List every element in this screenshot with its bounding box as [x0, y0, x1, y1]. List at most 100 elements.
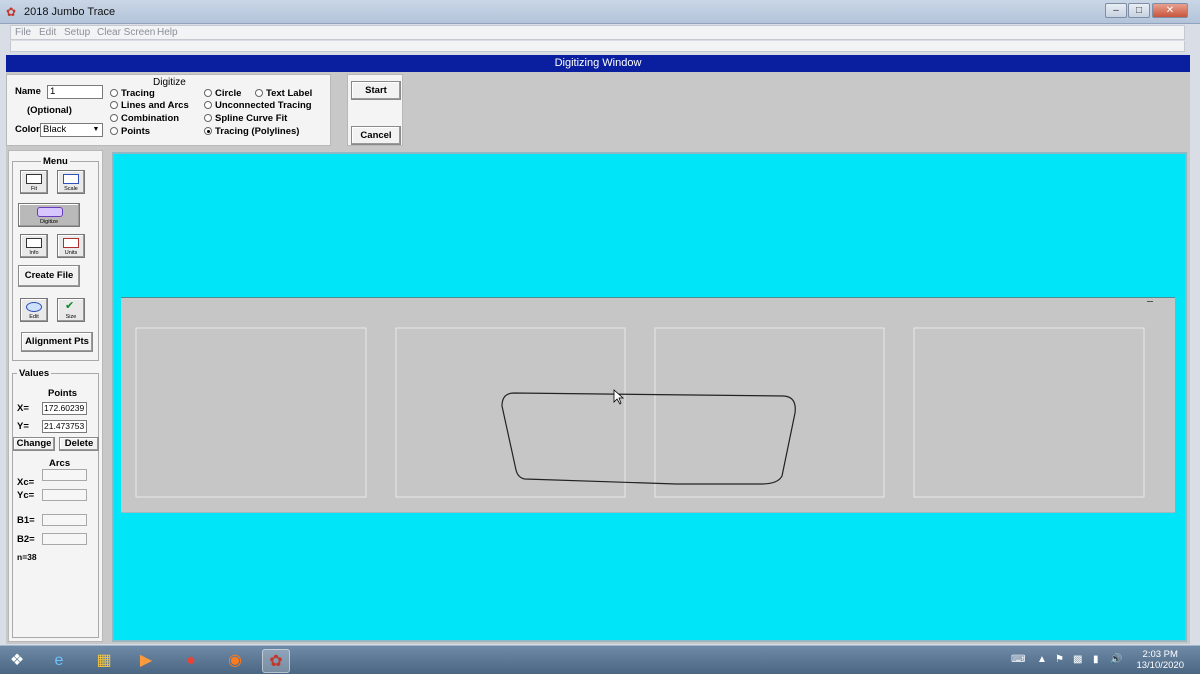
jumbo-trace-taskbar-icon[interactable]: ✿ [262, 649, 290, 673]
start-orb-icon[interactable]: ❖ [3, 649, 31, 673]
close-button[interactable]: ✕ [1152, 3, 1188, 18]
volume-icon[interactable]: 🔊 [1110, 654, 1122, 665]
menu-bar: File Edit Setup Clear Screen Help [10, 25, 1185, 40]
panel-outline-4 [913, 327, 1145, 498]
edit-button[interactable]: Edit [20, 298, 48, 322]
change-button[interactable]: Change [13, 437, 55, 451]
yc-field[interactable] [42, 489, 87, 501]
fit-button[interactable]: Fit [20, 170, 48, 194]
radio-text-label[interactable]: Text Label [255, 88, 312, 99]
traced-image-area[interactable] [121, 297, 1175, 513]
internet-explorer-icon[interactable]: e [45, 649, 73, 673]
radio-circle[interactable]: Circle [204, 88, 241, 99]
drawing-minimize-mark [1147, 301, 1153, 302]
y-label: Y= [17, 421, 29, 432]
b1-field[interactable] [42, 514, 87, 526]
start-button[interactable]: Start [351, 81, 401, 100]
color-select[interactable]: Black ▼ [40, 123, 103, 137]
point-count: n=38 [17, 552, 37, 562]
window-title: 2018 Jumbo Trace [24, 6, 116, 18]
b2-label: B2= [17, 534, 35, 545]
menu-file[interactable]: File [15, 27, 31, 38]
info-button[interactable]: Info [20, 234, 48, 258]
menu-help[interactable]: Help [157, 27, 178, 38]
network-adapter-icon[interactable]: ▩ [1073, 654, 1082, 665]
radio-tracing-polylines[interactable]: Tracing (Polylines) [204, 126, 299, 137]
radio-dot [110, 127, 118, 135]
info-icon [26, 238, 42, 248]
xc-field[interactable] [42, 469, 87, 481]
values-group-title: Values [17, 368, 52, 379]
alignment-pts-button[interactable]: Alignment Pts [21, 332, 93, 352]
radio-tracing[interactable]: Tracing [110, 88, 155, 99]
arcs-title: Arcs [49, 458, 71, 469]
file-explorer-icon[interactable]: ▦ [90, 649, 118, 673]
firefox-icon[interactable]: ◉ [221, 649, 249, 673]
radio-dot [204, 114, 212, 122]
show-hidden-icons-icon[interactable]: ▲ [1037, 654, 1047, 665]
points-title: Points [48, 388, 78, 399]
media-player-icon[interactable]: ▶ [132, 649, 160, 673]
units-icon [63, 238, 79, 248]
digitize-panel-title: Digitize [153, 77, 186, 88]
radio-dot [255, 89, 263, 97]
app-icon: ✿ [6, 5, 17, 19]
keyboard-icon[interactable]: ⌨ [1011, 654, 1025, 665]
traced-polyline [501, 392, 796, 485]
radio-dot [110, 89, 118, 97]
delete-button[interactable]: Delete [59, 437, 99, 451]
radio-unconnected-tracing[interactable]: Unconnected Tracing [204, 100, 312, 111]
edit-icon [26, 302, 42, 312]
clock-time: 2:03 PM [1142, 649, 1178, 660]
menu-setup[interactable]: Setup [64, 27, 90, 38]
panel-outline-2 [395, 327, 626, 498]
scale-button[interactable]: Scale [57, 170, 85, 194]
cancel-button[interactable]: Cancel [351, 126, 401, 145]
action-panel: Start Cancel [347, 74, 403, 146]
minimize-button[interactable]: – [1105, 3, 1127, 18]
title-bar: ✿ 2018 Jumbo Trace – □ ✕ [0, 0, 1200, 24]
signal-icon[interactable]: ▮ [1093, 654, 1099, 665]
digitize-icon [37, 207, 63, 217]
digitize-button[interactable]: Digitize [18, 203, 80, 227]
toolbar-strip [10, 41, 1185, 52]
radio-dot [110, 114, 118, 122]
action-center-icon[interactable]: ⚑ [1055, 654, 1064, 665]
radio-spline-curve-fit[interactable]: Spline Curve Fit [204, 113, 287, 124]
yc-label: Yc= [17, 490, 35, 501]
panel-outline-1 [135, 327, 367, 498]
name-label: Name [15, 86, 41, 97]
radio-points[interactable]: Points [110, 126, 150, 137]
panel-outline-3 [654, 327, 885, 498]
mouse-cursor-icon [613, 389, 625, 405]
optional-label: (Optional) [27, 105, 72, 116]
size-button[interactable]: ✔ Size [57, 298, 85, 322]
maximize-button[interactable]: □ [1128, 3, 1150, 18]
radio-lines-and-arcs[interactable]: Lines and Arcs [110, 100, 189, 111]
radio-dot-selected [204, 127, 212, 135]
create-file-button[interactable]: Create File [18, 265, 80, 287]
color-label: Color [15, 124, 40, 135]
menu-clear-screen[interactable]: Clear Screen [97, 27, 155, 38]
radio-combination[interactable]: Combination [110, 113, 179, 124]
color-select-value: Black [43, 124, 67, 135]
radio-dot [204, 89, 212, 97]
x-value-field[interactable]: 172.60239 [42, 402, 87, 415]
clock-date: 13/10/2020 [1136, 660, 1184, 671]
radio-dot [204, 101, 212, 109]
system-clock[interactable]: 2:03 PM 13/10/2020 [1136, 649, 1184, 671]
units-button[interactable]: Units [57, 234, 85, 258]
fit-icon [26, 174, 42, 184]
menu-group-title: Menu [41, 156, 70, 167]
name-input[interactable]: 1 [47, 85, 103, 99]
checkmark-icon: ✔ [65, 300, 75, 312]
chevron-down-icon: ▼ [92, 126, 100, 133]
b2-field[interactable] [42, 533, 87, 545]
values-group: Values Points X= 172.60239 Y= 21.473753 … [12, 368, 99, 638]
side-panel: Menu Fit Scale Digitize Info Units Creat… [8, 150, 103, 642]
xc-label: Xc= [17, 477, 35, 488]
y-value-field[interactable]: 21.473753 [42, 420, 87, 433]
chrome-icon[interactable]: ● [177, 649, 205, 673]
menu-group: Menu Fit Scale Digitize Info Units Creat… [12, 156, 99, 361]
menu-edit[interactable]: Edit [39, 27, 56, 38]
